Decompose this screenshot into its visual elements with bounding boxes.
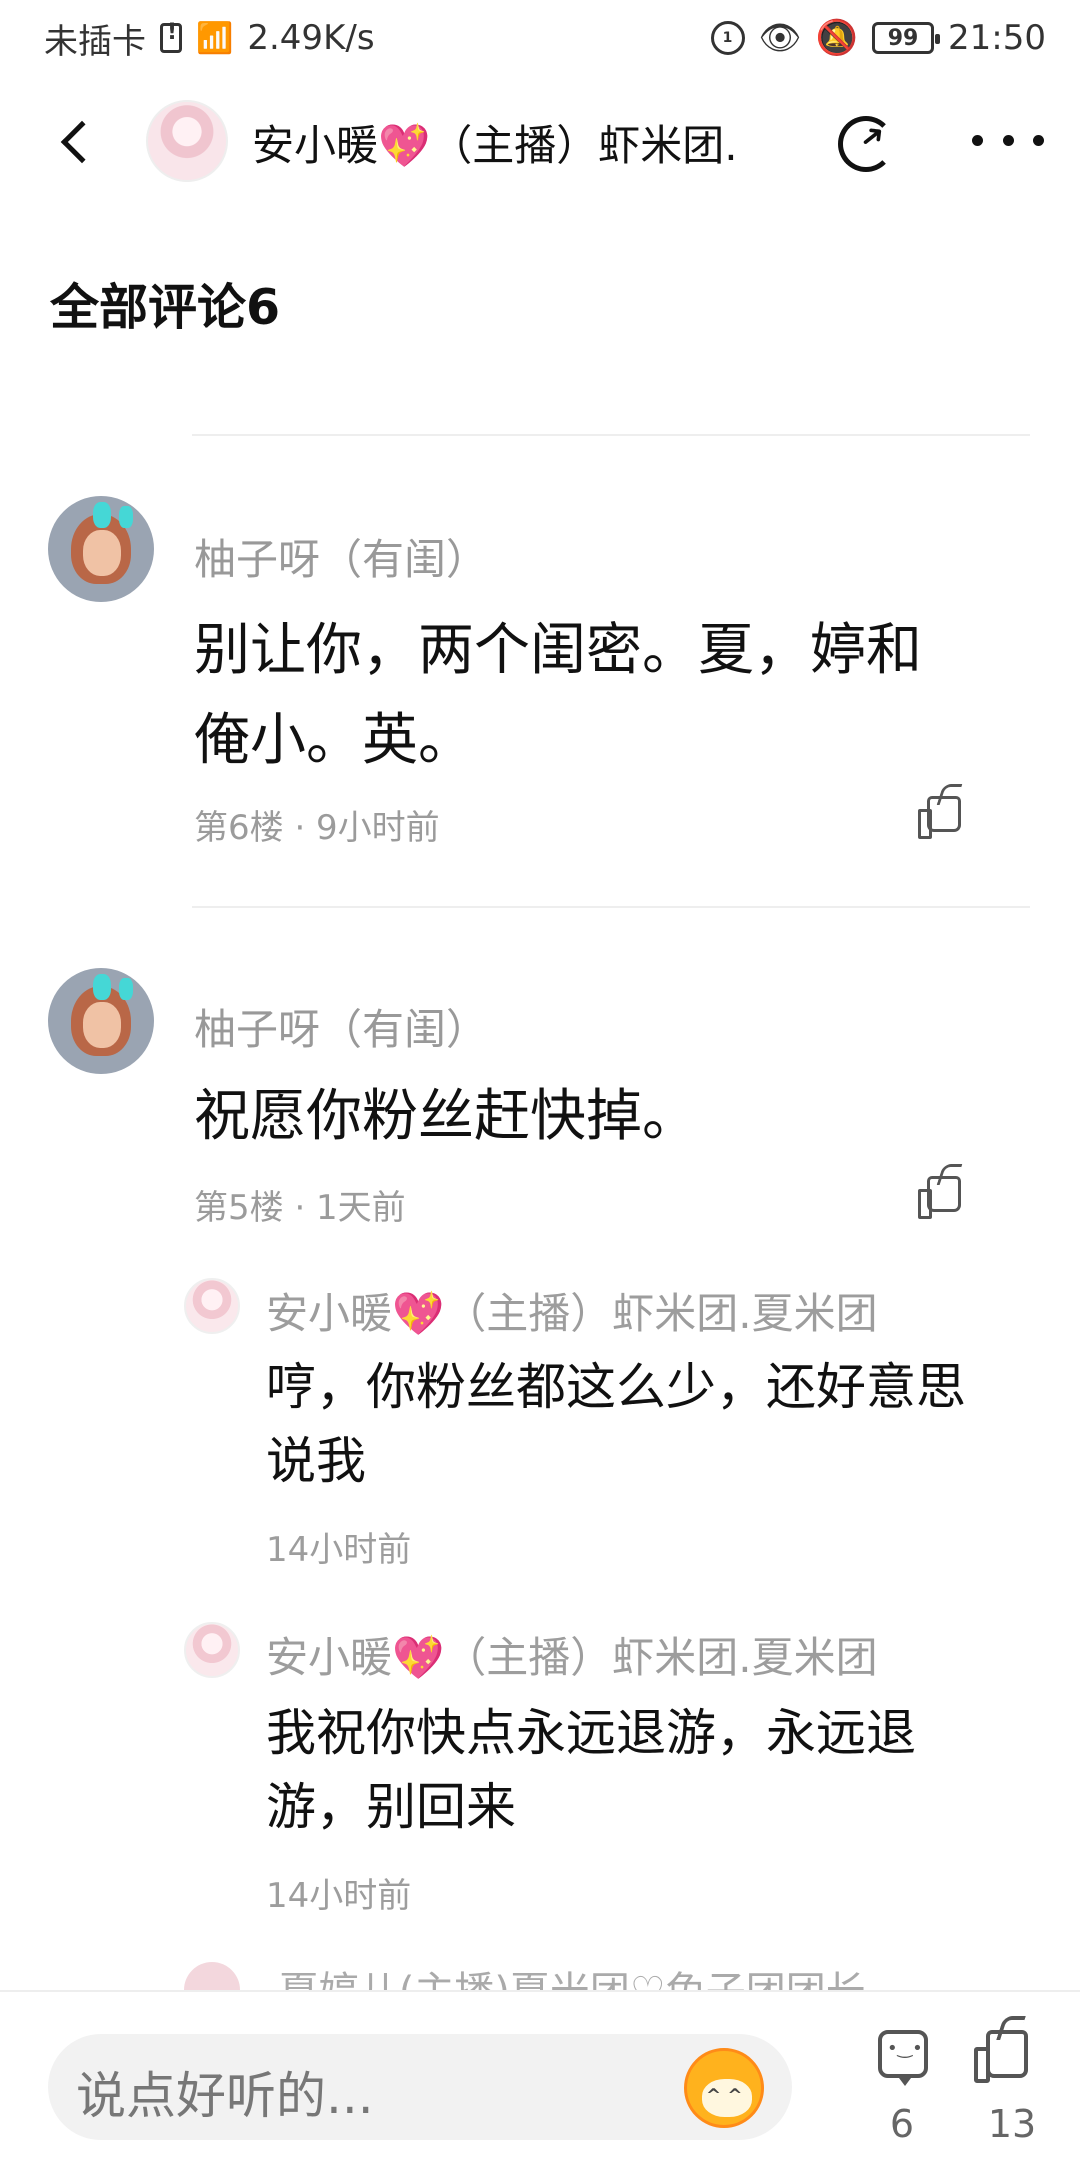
emoji-icon[interactable] bbox=[684, 2048, 764, 2128]
all-comments-title: 全部评论6 bbox=[50, 279, 281, 336]
comment-input-placeholder: 说点好听的... bbox=[76, 2067, 374, 2125]
status-bar: 未插卡 📶 2.49K/s 1 👁 🔕 99 21:50 bbox=[0, 0, 1080, 76]
eye-icon: 👁 bbox=[758, 18, 802, 58]
reply-meta: 14小时前 bbox=[266, 1530, 412, 1570]
network-speed: 2.49K/s bbox=[247, 18, 375, 58]
status-left: 未插卡 📶 2.49K/s bbox=[44, 14, 375, 63]
reply-avatar[interactable] bbox=[184, 1962, 240, 1990]
partial-reply-user-name[interactable]: 夏婷儿(主播)夏米团♡兔子团团长 bbox=[279, 1969, 866, 1990]
time-display: 21:50 bbox=[948, 18, 1046, 58]
comment-meta: 第5楼 · 1天前 bbox=[194, 1188, 406, 1228]
more-options-button[interactable] bbox=[972, 122, 1044, 158]
sim-alert-icon bbox=[160, 20, 182, 53]
commenter-avatar[interactable] bbox=[48, 968, 154, 1074]
host-title[interactable]: 安小暖💖（主播）虾米团. bbox=[252, 112, 794, 172]
top-navigation: 安小暖💖（主播）虾米团. bbox=[0, 92, 1080, 192]
dot-icon bbox=[1002, 134, 1014, 146]
comment-count: 6 bbox=[889, 2102, 915, 2146]
reply-avatar[interactable] bbox=[184, 1622, 240, 1678]
comment-icon[interactable] bbox=[878, 2030, 928, 2086]
like-icon[interactable] bbox=[974, 2030, 1028, 2083]
reply-text: 哼，你粉丝都这么少，还好意思说我 bbox=[266, 1358, 966, 1490]
reply-user-name[interactable]: 安小暖💖（主播）虾米团.夏米团 bbox=[266, 1624, 878, 1685]
commenter-avatar[interactable] bbox=[48, 496, 154, 602]
share-icon[interactable] bbox=[838, 116, 894, 172]
commenter-name[interactable]: 柚子呀（有闺） bbox=[194, 996, 488, 1057]
comment-divider bbox=[192, 434, 1030, 436]
status-right: 1 👁 🔕 99 21:50 bbox=[710, 18, 1046, 58]
thumb-up-icon bbox=[918, 796, 961, 839]
back-button[interactable] bbox=[48, 114, 104, 170]
dot-icon bbox=[972, 134, 983, 146]
data-saver-icon: 1 bbox=[710, 21, 745, 55]
dot-icon bbox=[1033, 134, 1044, 146]
comment-divider bbox=[192, 906, 1030, 908]
battery-icon: 99 bbox=[872, 22, 941, 54]
comment-meta: 第6楼 · 9小时前 bbox=[194, 808, 440, 848]
back-arrow-icon bbox=[60, 120, 104, 164]
comment-like-button[interactable] bbox=[918, 1170, 968, 1219]
like-count: 13 bbox=[987, 2102, 1037, 2146]
mute-bell-icon: 🔕 bbox=[815, 18, 859, 58]
comment-text: 别让你，两个闺密。夏，婷和俺小。英。 bbox=[194, 618, 922, 773]
comment-bottom-bar: 说点好听的... 6 13 bbox=[0, 1990, 1080, 2160]
partially-visible-reply: 夏婷儿(主播)夏米团♡兔子团团长 bbox=[184, 1962, 964, 1990]
reply-user-name[interactable]: 安小暖💖（主播）虾米团.夏米团 bbox=[266, 1280, 878, 1341]
wifi-icon: 📶 bbox=[196, 20, 234, 56]
thumb-up-icon bbox=[918, 1176, 961, 1219]
carrier-status: 未插卡 bbox=[44, 21, 146, 62]
reply-meta: 14小时前 bbox=[266, 1876, 412, 1916]
host-avatar[interactable] bbox=[146, 100, 228, 182]
reply-avatar[interactable] bbox=[184, 1278, 240, 1334]
commenter-name[interactable]: 柚子呀（有闺） bbox=[194, 526, 488, 587]
reply-text: 我祝你快点永远退游，永远退游，别回来 bbox=[266, 1704, 916, 1836]
comment-input[interactable]: 说点好听的... bbox=[48, 2034, 792, 2140]
comment-text: 祝愿你粉丝赶快掉。 bbox=[194, 1084, 698, 1149]
comment-like-button[interactable] bbox=[918, 790, 968, 839]
